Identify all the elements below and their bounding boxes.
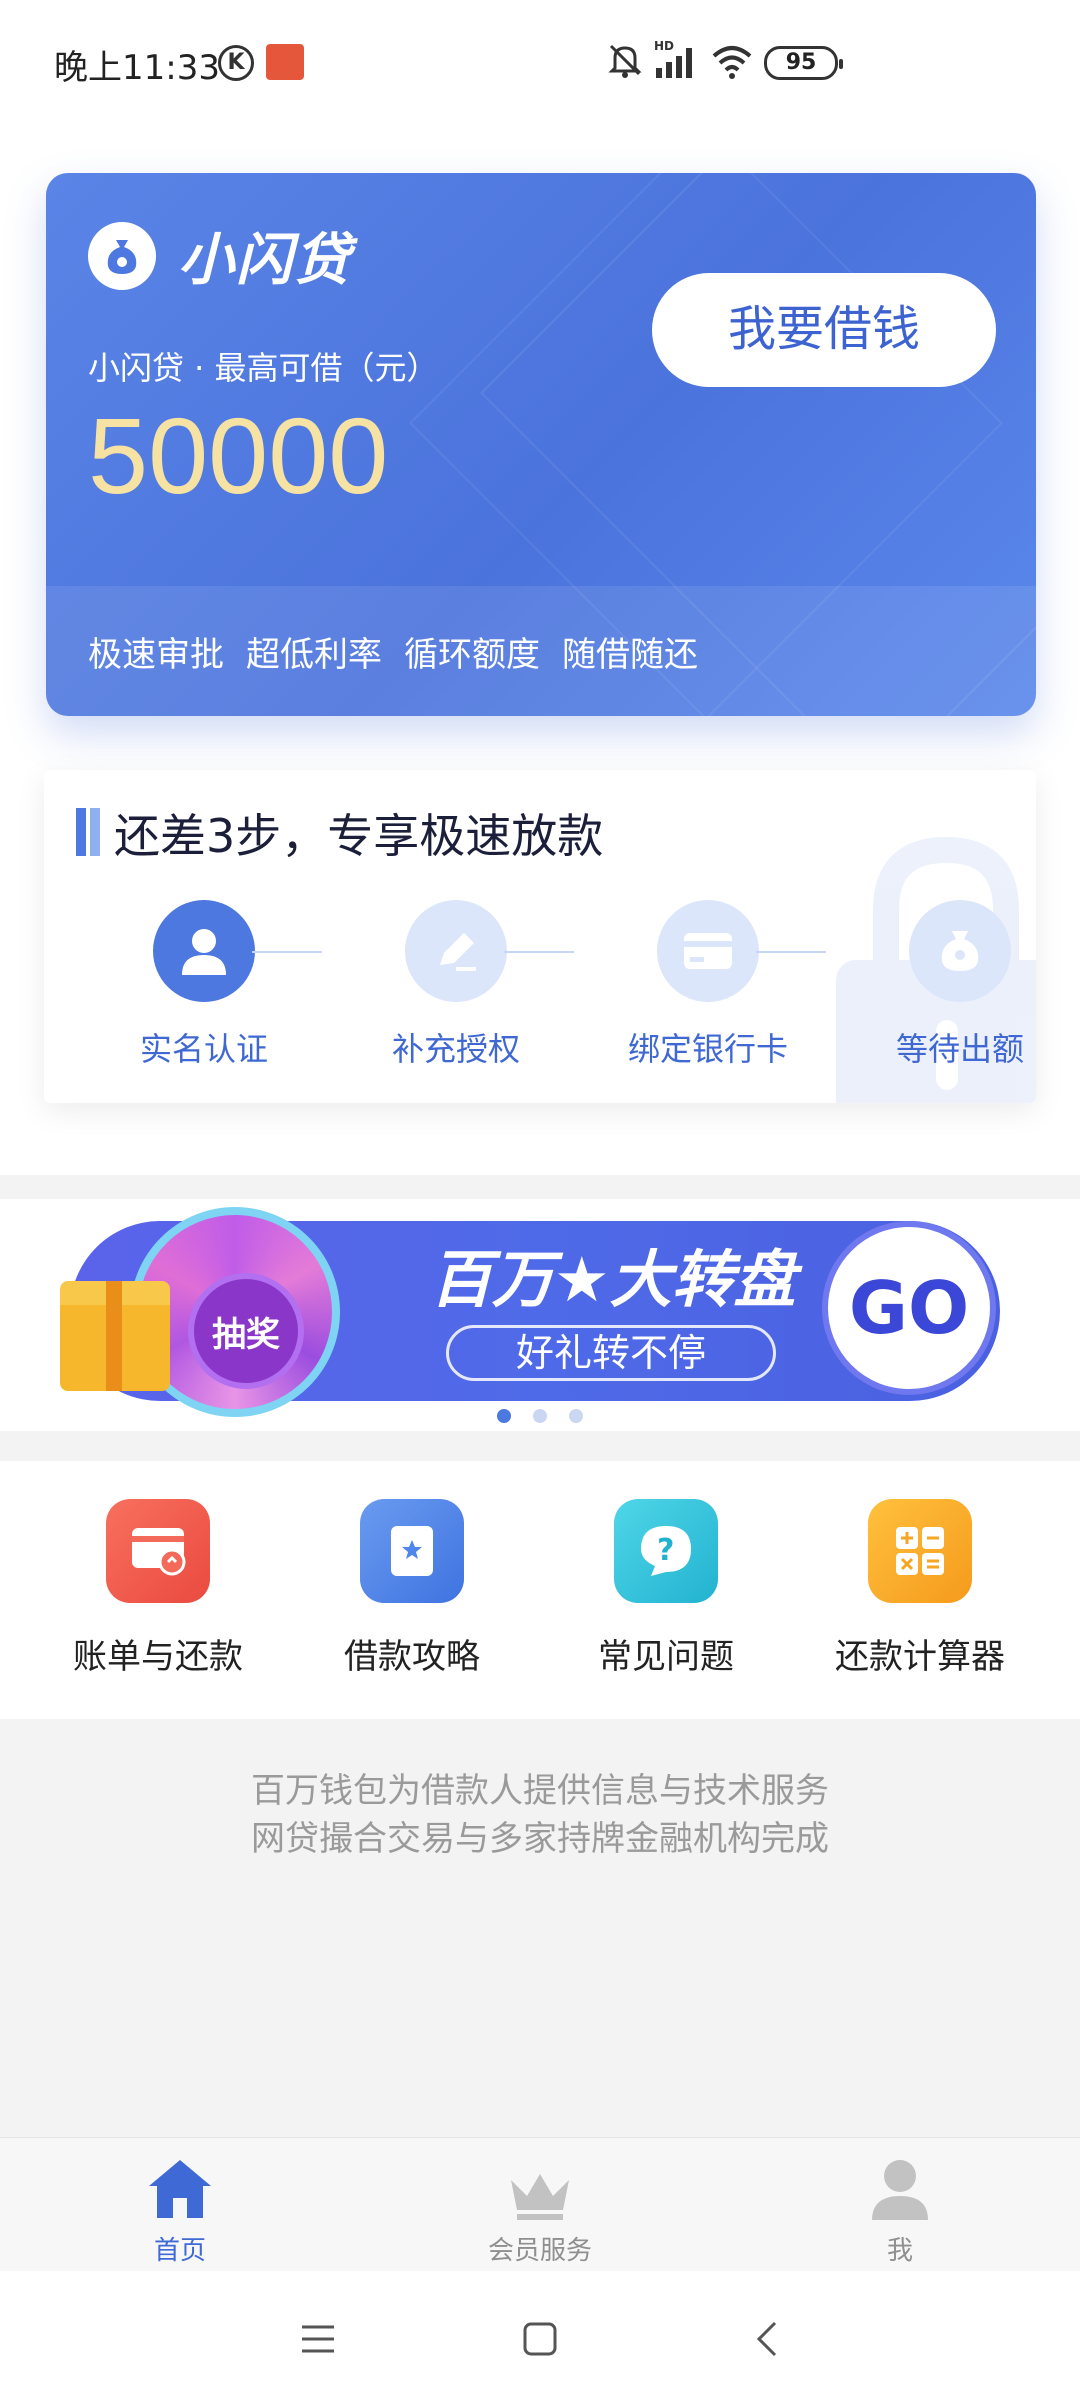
money-bag-icon: [909, 900, 1011, 1002]
quick-link-calculator[interactable]: 还款计算器: [790, 1499, 1050, 1678]
brand-logo: 小闪贷: [88, 215, 352, 296]
carousel-indicator: [0, 1409, 1080, 1423]
nav-label: 首页: [153, 2236, 206, 2266]
card-icon: [657, 900, 759, 1002]
home-icon: [143, 2152, 217, 2222]
section-divider: [0, 1175, 1080, 1199]
quick-link-label: 常见问题: [598, 1637, 734, 1677]
quick-link-label: 还款计算器: [835, 1637, 1005, 1677]
wifi-icon: [710, 42, 754, 84]
steps-title: 还差3步，专享极速放款: [114, 809, 604, 863]
disclaimer-line: 百万钱包为借款人提供信息与技术服务: [251, 1771, 829, 1811]
back-icon[interactable]: [736, 2309, 796, 2369]
svg-text:HD: HD: [654, 39, 674, 53]
feature-tag: 随借随还: [562, 634, 698, 675]
quick-links: 账单与还款 借款攻略 ? 常见问题 还款计算器: [0, 1461, 1080, 1719]
loan-hero-card[interactable]: 小闪贷 小闪贷 · 最高可借（元） 50000 我要借钱 极速审批 超低利率 循…: [46, 173, 1036, 716]
step-supplement-authorization[interactable]: 补充授权: [356, 900, 556, 1070]
quick-link-label: 账单与还款: [73, 1637, 243, 1677]
nav-label: 我: [886, 2236, 913, 2266]
guide-book-icon: [360, 1499, 464, 1603]
nav-home[interactable]: 首页: [50, 2152, 310, 2267]
brand-name: 小闪贷: [178, 228, 352, 293]
mute-icon: [605, 40, 645, 84]
system-nav-bar: [0, 2271, 1080, 2400]
credit-limit-label: 小闪贷 · 最高可借（元）: [88, 349, 439, 387]
step-label: 绑定银行卡: [627, 1030, 788, 1068]
nav-me[interactable]: 我: [770, 2152, 1030, 2267]
calculator-icon: [868, 1499, 972, 1603]
step-await-credit[interactable]: 等待出额: [860, 900, 1036, 1070]
step-connector: [252, 951, 322, 953]
wheel-center-label: 抽奖: [188, 1273, 304, 1389]
battery-icon: 95: [764, 46, 843, 80]
money-bag-logo-icon: [88, 221, 156, 290]
disclaimer-line: 网贷撮合交易与多家持牌金融机构完成: [251, 1819, 829, 1859]
nav-membership[interactable]: 会员服务: [410, 2152, 670, 2267]
question-icon: ?: [614, 1499, 718, 1603]
step-connector: [504, 951, 574, 953]
credit-limit-amount: 50000: [88, 395, 389, 516]
pen-icon: [405, 900, 507, 1002]
carousel-dot[interactable]: [533, 1409, 547, 1423]
feature-tags: 极速审批 超低利率 循环额度 随借随还: [46, 586, 1036, 716]
quick-link-label: 借款攻略: [344, 1637, 480, 1677]
status-bar: 晚上11:33 K HD 95: [0, 0, 1080, 130]
go-button[interactable]: GO: [822, 1221, 996, 1395]
profile-icon: [863, 2152, 937, 2222]
svg-text:?: ?: [657, 1533, 674, 1568]
carousel-dot[interactable]: [497, 1409, 511, 1423]
app-notification-icon: [266, 44, 304, 80]
step-label: 补充授权: [391, 1030, 520, 1068]
step-connector: [756, 951, 826, 953]
borrow-button[interactable]: 我要借钱: [652, 273, 996, 387]
application-steps-card[interactable]: 还差3步，专享极速放款 实名认证 补充授权 绑定银行卡 等待出额: [44, 770, 1036, 1103]
banner-subtitle: 好礼转不停: [446, 1325, 776, 1381]
disclaimer: 百万钱包为借款人提供信息与技术服务 网贷撮合交易与多家持牌金融机构完成: [0, 1719, 1080, 2137]
k-badge-icon: K: [218, 45, 254, 81]
gift-box-icon: [60, 1281, 170, 1391]
quick-link-bills[interactable]: 账单与还款: [28, 1499, 288, 1678]
crown-icon: [503, 2152, 577, 2222]
carousel-dot[interactable]: [569, 1409, 583, 1423]
lucky-wheel-banner[interactable]: 抽奖 百万★大转盘 好礼转不停 GO: [60, 1207, 1000, 1417]
step-real-name-verification[interactable]: 实名认证: [104, 900, 304, 1070]
quick-link-loan-guide[interactable]: 借款攻略: [282, 1499, 542, 1678]
step-label: 等待出额: [895, 1030, 1024, 1068]
promo-banner-carousel[interactable]: 抽奖 百万★大转盘 好礼转不停 GO: [0, 1199, 1080, 1431]
status-time: 晚上11:33: [54, 48, 220, 88]
step-bind-bank-card[interactable]: 绑定银行卡: [608, 900, 808, 1070]
nav-label: 会员服务: [487, 2236, 592, 2266]
bill-icon: [106, 1499, 210, 1603]
quick-link-faq[interactable]: ? 常见问题: [536, 1499, 796, 1678]
feature-tag: 极速审批: [88, 634, 224, 675]
banner-title: 百万★大转盘: [430, 1243, 796, 1316]
home-square-icon[interactable]: [510, 2309, 570, 2369]
title-accent: [76, 808, 104, 856]
user-icon: [153, 900, 255, 1002]
menu-icon[interactable]: [288, 2309, 348, 2369]
section-divider: [0, 1431, 1080, 1461]
feature-tag: 循环额度: [404, 634, 540, 675]
feature-tag: 超低利率: [246, 634, 382, 675]
hd-signal-icon: HD: [652, 38, 702, 84]
bottom-nav: 首页 会员服务 我: [0, 2137, 1080, 2271]
step-label: 实名认证: [139, 1030, 268, 1068]
